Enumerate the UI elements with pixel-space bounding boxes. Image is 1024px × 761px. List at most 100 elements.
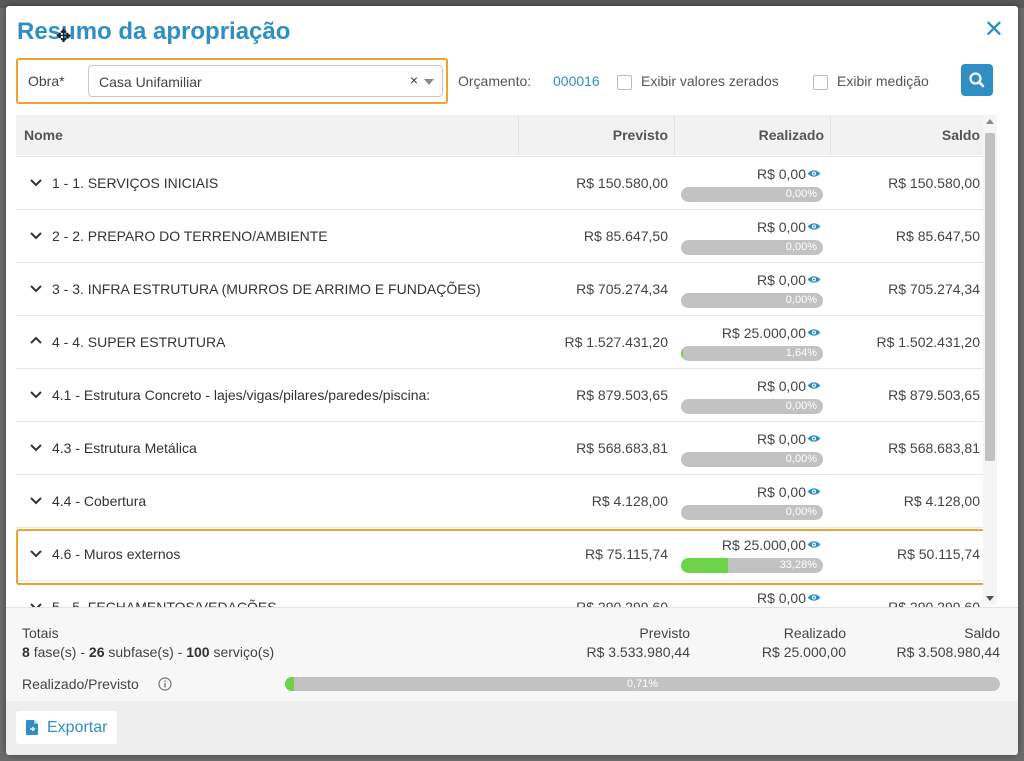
chevron-down-icon[interactable] — [30, 494, 42, 506]
column-header-saldo[interactable]: Saldo — [942, 127, 980, 143]
appropriation-table: Nome Previsto Realizado Saldo 1 - 1. SER… — [16, 115, 1006, 608]
row-name: 4.4 - Cobertura — [52, 493, 147, 509]
table-scrollbar[interactable] — [983, 115, 997, 605]
fases-label: fase(s) - — [33, 644, 86, 660]
eye-icon[interactable] — [807, 434, 821, 443]
row-realizado: R$ 0,00 — [756, 272, 806, 288]
eye-icon[interactable] — [807, 381, 821, 390]
chevron-down-icon[interactable] — [30, 229, 42, 241]
row-percent: 33,28% — [779, 559, 817, 571]
clear-icon[interactable]: × — [410, 72, 418, 88]
dialog-actions: Exportar — [6, 701, 1018, 755]
row-previsto: R$ 568.683,81 — [576, 440, 668, 456]
chevron-down-icon[interactable] — [30, 282, 42, 294]
table-row[interactable]: 4 - 4. SUPER ESTRUTURA R$ 1.527.431,20 R$ … — [16, 315, 986, 368]
table-row[interactable]: 4.1 - Estrutura Concreto - lajes/vigas/p… — [16, 368, 986, 421]
obra-selected-value: Casa Unifamiliar — [99, 74, 202, 90]
ratio-label: Realizado/Previsto — [22, 676, 139, 692]
row-saldo: R$ 85.647,50 — [895, 228, 980, 244]
table-row[interactable]: 3 - 3. INFRA ESTRUTURA (MURROS DE ARRIMO… — [16, 262, 986, 315]
row-percent: 0,00% — [785, 241, 817, 253]
row-progress-bar: 0,00% — [681, 452, 823, 467]
chevron-down-icon[interactable] — [424, 79, 434, 85]
row-name: 1 - 1. SERVIÇOS INICIAIS — [52, 175, 219, 191]
row-previsto: R$ 4.128,00 — [591, 493, 668, 509]
totals-label: Totais — [22, 625, 59, 641]
exibir-zerados-checkbox[interactable] — [617, 75, 632, 90]
search-button[interactable] — [961, 64, 993, 96]
row-percent: 0,00% — [785, 400, 817, 412]
eye-icon[interactable] — [807, 328, 821, 337]
row-name: 4.6 - Muros externos — [52, 546, 181, 562]
info-icon[interactable] — [158, 677, 172, 691]
table-row[interactable]: 2 - 2. PREPARO DO TERRENO/AMBIENTE R$ 85.… — [16, 209, 986, 262]
eye-icon[interactable] — [807, 593, 821, 602]
search-icon — [969, 72, 985, 88]
servicos-label: serviço(s) — [213, 644, 275, 660]
row-previsto: R$ 705.274,34 — [576, 281, 668, 297]
row-saldo: R$ 150.580,00 — [888, 175, 980, 191]
obra-label: Obra* — [28, 73, 65, 89]
totals-previsto-value: R$ 3.533.980,44 — [586, 644, 690, 660]
table-row[interactable]: 4.4 - Cobertura R$ 4.128,00 R$ 0,00 0,00% R$… — [16, 474, 986, 527]
totals-footer: Totais 8 fase(s) - 26 subfase(s) - 100 s… — [6, 607, 1018, 701]
row-percent: 0,00% — [785, 188, 817, 200]
table-row[interactable]: 5 - 5. FECHAMENTOS/VEDAÇÕES R$ 290.299,60… — [16, 580, 986, 608]
row-saldo: R$ 705.274,34 — [888, 281, 980, 297]
obra-select[interactable]: Casa Unifamiliar × — [88, 65, 443, 97]
row-saldo: R$ 1.502.431,20 — [876, 334, 980, 350]
row-name: 4.3 - Estrutura Metálica — [52, 440, 197, 456]
ratio-percent: 0,71% — [626, 678, 659, 690]
totals-realizado-label: Realizado — [783, 625, 846, 641]
row-saldo: R$ 4.128,00 — [903, 493, 980, 509]
row-realizado: R$ 0,00 — [756, 431, 806, 447]
row-realizado: R$ 0,00 — [756, 378, 806, 394]
row-previsto: R$ 150.580,00 — [576, 175, 668, 191]
scroll-up-arrow[interactable] — [986, 119, 994, 124]
eye-icon[interactable] — [807, 487, 821, 496]
eye-icon[interactable] — [807, 222, 821, 231]
chevron-down-icon[interactable] — [30, 441, 42, 453]
scroll-thumb[interactable] — [985, 133, 995, 461]
chevron-down-icon[interactable] — [30, 176, 42, 188]
chevron-up-icon[interactable] — [30, 335, 42, 347]
row-percent: 0,00% — [785, 506, 817, 518]
totals-realizado-value: R$ 25.000,00 — [761, 644, 846, 660]
row-name: 4.1 - Estrutura Concreto - lajes/vigas/p… — [52, 387, 431, 403]
table-row[interactable]: 1 - 1. SERVIÇOS INICIAIS R$ 150.580,00 R$ … — [16, 156, 986, 209]
row-realizado: R$ 0,00 — [756, 166, 806, 182]
table-row[interactable]: 4.6 - Muros externos R$ 75.115,74 R$ 25.00… — [16, 527, 986, 580]
totals-saldo-value: R$ 3.508.980,44 — [896, 644, 1000, 660]
chevron-down-icon[interactable] — [30, 547, 42, 559]
row-realizado: R$ 0,00 — [756, 484, 806, 500]
totals-saldo-label: Saldo — [964, 625, 1000, 641]
table-row[interactable]: 4.3 - Estrutura Metálica R$ 568.683,81 R$ … — [16, 421, 986, 474]
exibir-medicao-label: Exibir medição — [837, 73, 929, 89]
table-header: Nome Previsto Realizado Saldo — [16, 115, 986, 155]
row-progress-fill — [681, 346, 684, 361]
eye-icon[interactable] — [807, 540, 821, 549]
subfases-count: 26 — [88, 644, 105, 660]
row-progress-bar: 33,28% — [681, 558, 823, 573]
column-header-nome[interactable]: Nome — [24, 127, 63, 143]
row-progress-bar: 0,00% — [681, 399, 823, 414]
ratio-progress-bar: 0,71% — [285, 677, 1000, 691]
row-previsto: R$ 75.115,74 — [584, 546, 668, 562]
row-percent: 0,00% — [785, 453, 817, 465]
exibir-medicao-checkbox[interactable] — [813, 75, 828, 90]
column-header-previsto[interactable]: Previsto — [613, 127, 668, 143]
export-button[interactable]: Exportar — [16, 711, 117, 744]
row-realizado: R$ 0,00 — [756, 219, 806, 235]
row-progress-fill — [681, 558, 729, 573]
close-button[interactable]: ✕ — [984, 18, 1004, 42]
totals-previsto-label: Previsto — [639, 625, 690, 641]
column-header-realizado[interactable]: Realizado — [759, 127, 824, 143]
chevron-down-icon[interactable] — [30, 388, 42, 400]
row-progress-bar: 0,00% — [681, 187, 823, 202]
orcamento-value[interactable]: 000016 — [553, 73, 600, 89]
eye-icon[interactable] — [807, 275, 821, 284]
file-export-icon — [26, 720, 38, 735]
row-previsto: R$ 1.527.431,20 — [564, 334, 668, 350]
eye-icon[interactable] — [807, 169, 821, 178]
scroll-down-arrow[interactable] — [986, 596, 994, 601]
